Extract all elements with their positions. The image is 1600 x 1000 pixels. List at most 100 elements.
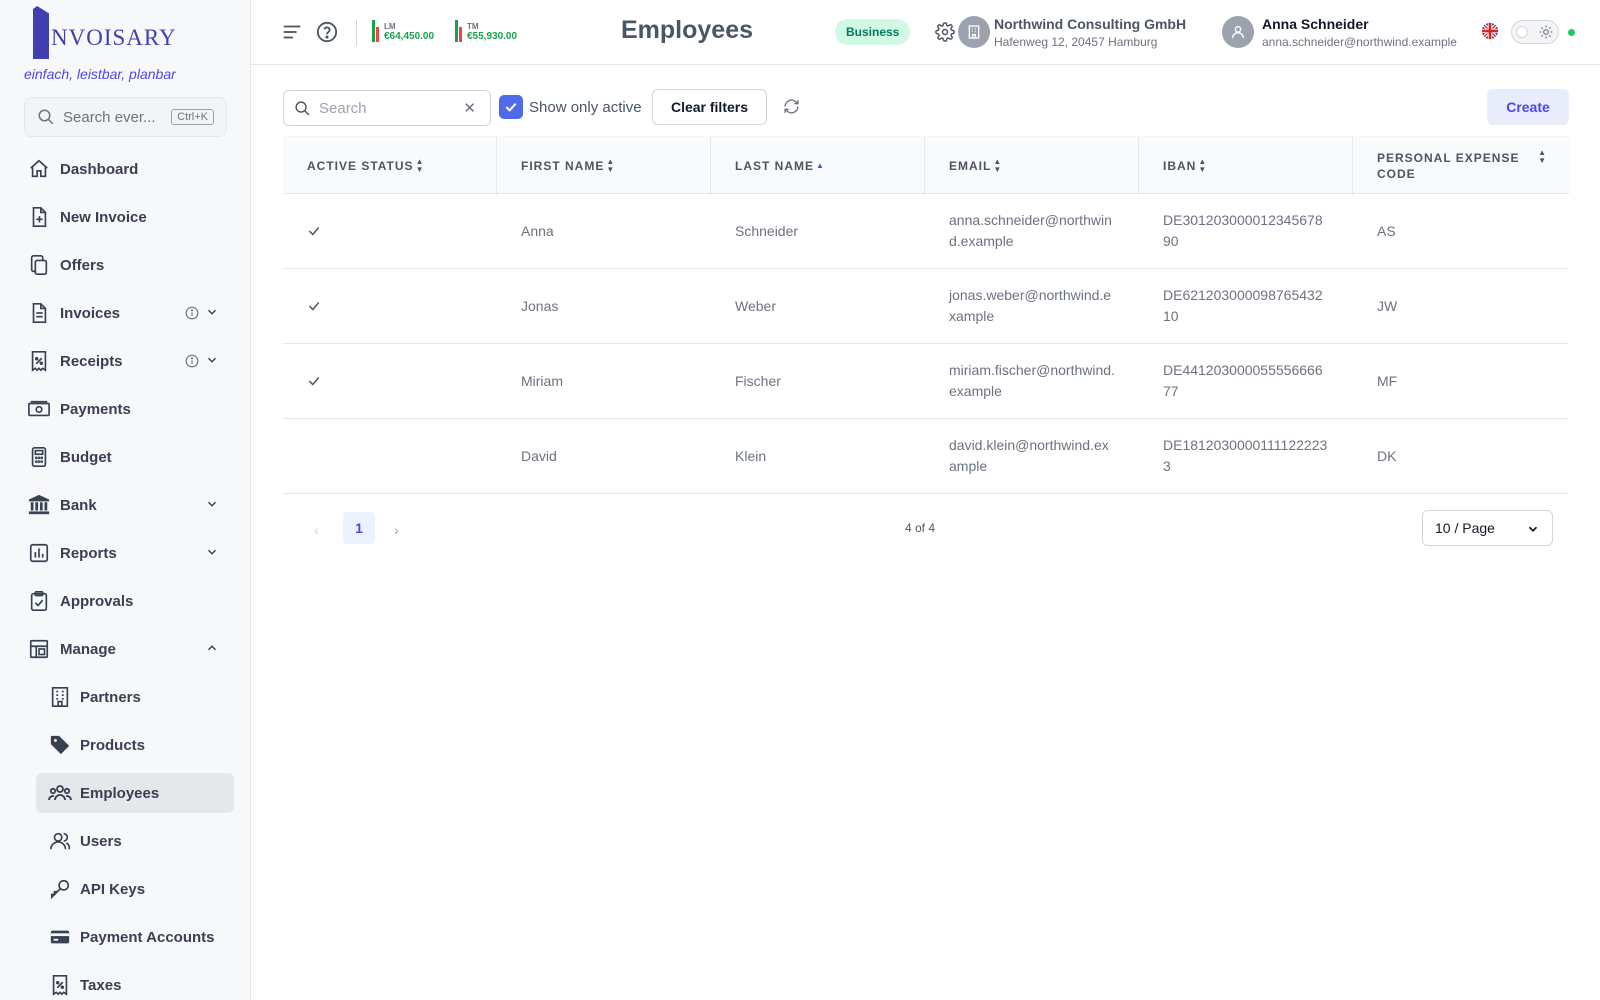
sidebar-item-label: Payment Accounts [80,928,215,946]
clear-search-icon[interactable]: ✕ [463,99,476,117]
menu-toggle-icon[interactable] [281,21,303,48]
sort-icon[interactable]: ▲ ▼ [1198,158,1207,174]
table-row[interactable]: Jonas Weber jonas.weber@northwind.exampl… [283,269,1569,344]
uk-flag-icon[interactable] [1481,22,1499,45]
sidebar-item-label: Reports [60,544,117,562]
online-status-dot [1568,29,1575,36]
sidebar-item-offers[interactable]: Offers [0,241,251,289]
sidebar-item-dashboard[interactable]: Dashboard [0,145,251,193]
company-switcher[interactable]: Northwind Consulting GmbH Hafenweg 12, 2… [994,16,1186,49]
show-only-active-toggle[interactable]: Show only active [499,95,642,119]
sidebar-item-label: Receipts [60,352,123,370]
sidebar-item-approvals[interactable]: Approvals [0,577,251,625]
cell-active-status [283,269,497,343]
kpi-value: €64,450.00 [384,31,435,42]
cell-last-name: Klein [735,447,767,464]
brand-logo[interactable]: NVOISARY [33,5,177,59]
user-menu[interactable]: Anna Schneider anna.schneider@northwind.… [1262,16,1457,49]
sidebar-item-users[interactable]: Users [0,817,251,865]
sort-icon[interactable]: ▲ ▼ [1538,149,1547,165]
file-plus-icon [28,206,50,228]
logo-text: NVOISARY [51,25,177,50]
global-search[interactable]: Search ever... Ctrl+K [24,97,227,137]
sidebar-item-partners[interactable]: Partners [0,673,251,721]
page-size-select[interactable]: 10 / Page [1422,510,1553,546]
show-only-active-label: Show only active [529,98,642,116]
search-icon [38,109,54,125]
sidebar-item-bank[interactable]: Bank [0,481,251,529]
sidebar-item-invoices[interactable]: Invoices [0,289,251,337]
refresh-icon[interactable] [783,98,800,120]
sidebar-item-reports[interactable]: Reports [0,529,251,577]
next-page-icon[interactable]: › [394,522,399,538]
employees-table: ACTIVE STATUS ▲ ▼ FIRST NAME ▲ ▼ LAST NAME ▲ … [283,136,1569,494]
sort-ascending-icon[interactable]: ▲ [816,162,825,170]
sort-icon[interactable]: ▲ ▼ [416,158,425,174]
column-header-first-name[interactable]: FIRST NAME ▲ ▼ [497,137,711,195]
cell-expense-code: JW [1377,297,1398,314]
clear-filters-button[interactable]: Clear filters [652,89,767,125]
company-name: Northwind Consulting GmbH [994,16,1187,32]
sidebar-item-receipts[interactable]: Receipts [0,337,251,385]
sidebar-item-taxes[interactable]: Taxes [0,961,251,1000]
sort-icon[interactable]: ▲ ▼ [993,158,1002,174]
sidebar-item-label: Users [80,832,122,850]
sidebar-item-label: New Invoice [60,208,147,226]
kpi-label: TM [467,22,479,31]
user-avatar[interactable] [1222,16,1254,48]
sidebar-item-payments[interactable]: Payments [0,385,251,433]
chevron-up-icon[interactable] [205,641,219,659]
sidebar-item-label: Manage [60,640,116,658]
calculator-icon [28,446,50,468]
column-header-label: IBAN [1163,159,1197,173]
employee-search[interactable]: ✕ [283,90,491,126]
sidebar-item-payment-accounts[interactable]: Payment Accounts [0,913,251,961]
column-header-label: LAST NAME [735,159,814,173]
column-header-last-name[interactable]: LAST NAME ▲ [711,137,925,195]
brand-tagline: einfach, leistbar, planbar [24,66,176,82]
bank-icon [28,494,50,516]
cell-iban: DE62120300009876543210 [1163,287,1323,324]
chevron-down-icon [1526,522,1540,539]
cell-expense-code: MF [1377,372,1398,389]
table-row[interactable]: David Klein david.klein@northwind.exampl… [283,419,1569,494]
sort-icon[interactable]: ▲ ▼ [606,158,615,174]
create-button[interactable]: Create [1487,89,1569,125]
sidebar-item-products[interactable]: Products [0,721,251,769]
info-icon[interactable] [185,306,199,324]
column-header-personal-expense-code[interactable]: PERSONAL EXPENSE CODE ▲ ▼ [1353,137,1569,195]
user-name: Anna Schneider [1262,16,1369,32]
user-icon [1232,26,1244,39]
column-header-email[interactable]: EMAIL ▲ ▼ [925,137,1139,195]
column-header-iban[interactable]: IBAN ▲ ▼ [1139,137,1353,195]
theme-toggle[interactable] [1511,20,1559,44]
checkbox-checked-icon[interactable] [499,95,523,119]
chevron-down-icon[interactable] [205,497,219,515]
company-avatar[interactable] [958,16,990,48]
kpi-this-month[interactable]: TM €55,930.00 [455,20,517,42]
sidebar-item-new-invoice[interactable]: New Invoice [0,193,251,241]
previous-page-icon[interactable]: ‹ [314,522,319,538]
page-title: Employees [621,16,754,44]
sidebar-item-manage[interactable]: Manage [0,625,251,673]
chevron-down-icon[interactable] [205,305,219,323]
chevron-down-icon[interactable] [205,545,219,563]
page-button-current[interactable]: 1 [343,512,375,544]
sidebar-item-api-keys[interactable]: API Keys [0,865,251,913]
chart-icon [28,542,50,564]
key-icon [48,877,72,901]
kpi-last-month[interactable]: LM €64,450.00 [372,20,434,42]
table-row[interactable]: Anna Schneider anna.schneider@northwind.… [283,194,1569,269]
search-input[interactable] [319,99,459,117]
column-header-active-status[interactable]: ACTIVE STATUS ▲ ▼ [283,137,497,195]
chevron-down-icon[interactable] [205,353,219,371]
copy-icon [28,254,50,276]
gear-icon[interactable] [935,22,955,47]
sidebar-item-budget[interactable]: Budget [0,433,251,481]
help-icon[interactable] [316,21,338,48]
sun-icon [1539,25,1553,44]
info-icon[interactable] [185,354,199,372]
table-row[interactable]: Miriam Fischer miriam.fischer@northwind.… [283,344,1569,419]
sidebar-item-employees[interactable]: Employees [0,769,251,817]
cell-email: jonas.weber@northwind.example [949,287,1112,324]
